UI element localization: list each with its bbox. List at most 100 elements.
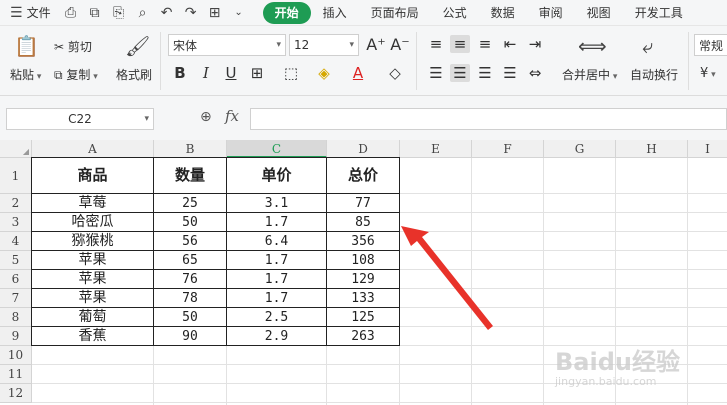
column-header-g[interactable]: G xyxy=(544,140,616,158)
table-cell[interactable]: 125 xyxy=(327,308,400,327)
decrease-indent-icon[interactable]: ⇤ xyxy=(500,35,520,53)
file-menu[interactable]: ☰ 文件 xyxy=(0,0,59,26)
table-cell[interactable]: 香蕉 xyxy=(32,327,154,346)
align-bottom-icon[interactable]: ≡ xyxy=(475,35,495,53)
copy-button[interactable]: ⧉ 复制 ▾ xyxy=(54,66,98,83)
row-header-2[interactable]: 2 xyxy=(0,194,32,213)
row-header-8[interactable]: 8 xyxy=(0,308,32,327)
column-header-h[interactable]: H xyxy=(616,140,688,158)
font-size-select[interactable]: 12 ▾ xyxy=(289,34,359,56)
table-header-cell[interactable]: 商品 xyxy=(32,158,154,194)
paste-button[interactable]: 粘贴 ▾ xyxy=(10,66,41,83)
format-painter-icon[interactable]: 🖌 xyxy=(125,34,150,58)
cut-button[interactable]: ✂ 剪切 xyxy=(54,38,92,55)
row-header-1[interactable]: 1 xyxy=(0,158,32,194)
tab-data[interactable]: 数据 xyxy=(479,2,527,24)
redo-icon[interactable]: ↷ xyxy=(179,5,203,21)
font-name-select[interactable]: 宋体 ▾ xyxy=(168,34,286,56)
column-header-i[interactable]: I xyxy=(688,140,727,158)
table-cell[interactable]: 1.7 xyxy=(227,289,327,308)
table-cell[interactable]: 56 xyxy=(154,232,227,251)
table-cell[interactable]: 2.5 xyxy=(227,308,327,327)
table-cell[interactable]: 129 xyxy=(327,270,400,289)
row-header-10[interactable]: 10 xyxy=(0,346,32,365)
align-middle-icon[interactable]: ≡ xyxy=(450,35,470,53)
column-header-f[interactable]: F xyxy=(472,140,544,158)
table-cell[interactable]: 苹果 xyxy=(32,251,154,270)
tab-review[interactable]: 审阅 xyxy=(527,2,575,24)
table-cell[interactable]: 65 xyxy=(154,251,227,270)
tab-developer[interactable]: 开发工具 xyxy=(623,2,695,24)
wrap-text-icon[interactable]: ⤶ xyxy=(642,34,653,58)
table-cell[interactable]: 哈密瓜 xyxy=(32,213,154,232)
paste-icon[interactable]: 📋 xyxy=(14,34,39,58)
undo-icon[interactable]: ↶ xyxy=(155,5,179,21)
wrap-text-button[interactable]: 自动换行 xyxy=(630,66,678,83)
distributed-icon[interactable]: ⇔ xyxy=(525,64,545,82)
table-cell[interactable]: 猕猴桃 xyxy=(32,232,154,251)
italic-icon[interactable]: I xyxy=(196,64,216,82)
row-header-3[interactable]: 3 xyxy=(0,213,32,232)
table-cell[interactable]: 1.7 xyxy=(227,213,327,232)
align-right-icon[interactable]: ☰ xyxy=(475,64,495,82)
increase-font-icon[interactable]: A⁺ xyxy=(366,35,386,54)
table-cell[interactable]: 苹果 xyxy=(32,270,154,289)
row-header-11[interactable]: 11 xyxy=(0,365,32,384)
table-cell[interactable]: 葡萄 xyxy=(32,308,154,327)
table-cell[interactable]: 90 xyxy=(154,327,227,346)
table-header-cell[interactable]: 总价 xyxy=(327,158,400,194)
fill-color-icon[interactable]: ◈ xyxy=(314,64,334,82)
decrease-font-icon[interactable]: A⁻ xyxy=(390,35,410,54)
table-cell[interactable]: 78 xyxy=(154,289,227,308)
chevron-down-icon[interactable]: ⌄ xyxy=(227,7,251,18)
fill-style-icon[interactable]: ⬚ xyxy=(281,64,301,82)
export-pdf-icon[interactable]: ⧉ xyxy=(83,5,107,21)
underline-icon[interactable]: U xyxy=(221,64,241,82)
table-cell[interactable]: 苹果 xyxy=(32,289,154,308)
borders-icon[interactable]: ⊞ xyxy=(247,64,267,82)
table-cell[interactable]: 263 xyxy=(327,327,400,346)
row-header-7[interactable]: 7 xyxy=(0,289,32,308)
table-header-cell[interactable]: 数量 xyxy=(154,158,227,194)
print-preview-icon[interactable]: ⌕ xyxy=(131,5,155,21)
table-cell[interactable]: 3.1 xyxy=(227,194,327,213)
column-header-b[interactable]: B xyxy=(154,140,227,158)
table-cell[interactable]: 2.9 xyxy=(227,327,327,346)
formula-input[interactable] xyxy=(250,108,727,130)
row-header-5[interactable]: 5 xyxy=(0,251,32,270)
name-box[interactable]: C22 ▾ xyxy=(6,108,154,130)
format-painter-button[interactable]: 格式刷 xyxy=(116,66,152,83)
select-all-corner[interactable]: ◢ xyxy=(0,140,32,158)
row-header-9[interactable]: 9 xyxy=(0,327,32,346)
table-cell[interactable]: 草莓 xyxy=(32,194,154,213)
table-cell[interactable]: 108 xyxy=(327,251,400,270)
row-header-6[interactable]: 6 xyxy=(0,270,32,289)
align-center-icon[interactable]: ☰ xyxy=(450,64,470,82)
justify-icon[interactable]: ☰ xyxy=(500,64,520,82)
bold-icon[interactable]: B xyxy=(170,64,190,82)
table-cell[interactable]: 1.7 xyxy=(227,270,327,289)
column-header-c[interactable]: C xyxy=(227,140,327,158)
row-header-4[interactable]: 4 xyxy=(0,232,32,251)
column-header-e[interactable]: E xyxy=(400,140,472,158)
table-cell[interactable]: 76 xyxy=(154,270,227,289)
zoom-search-icon[interactable]: ⊕ xyxy=(200,109,212,125)
print-icon[interactable]: ⎘ xyxy=(107,5,131,21)
table-cell[interactable]: 133 xyxy=(327,289,400,308)
table-cell[interactable]: 50 xyxy=(154,213,227,232)
tab-formulas[interactable]: 公式 xyxy=(431,2,479,24)
table-cell[interactable]: 25 xyxy=(154,194,227,213)
table-icon[interactable]: ⊞ xyxy=(203,5,227,21)
column-header-a[interactable]: A xyxy=(32,140,154,158)
table-cell[interactable]: 85 xyxy=(327,213,400,232)
column-header-d[interactable]: D xyxy=(327,140,400,158)
merge-center-button[interactable]: 合并居中 ▾ xyxy=(562,66,617,83)
font-color-icon[interactable]: A xyxy=(348,64,368,82)
tab-page-layout[interactable]: 页面布局 xyxy=(359,2,431,24)
currency-button[interactable]: ¥ ▾ xyxy=(700,66,716,81)
fx-icon[interactable]: fx xyxy=(225,107,239,125)
tab-home[interactable]: 开始 xyxy=(262,1,311,24)
table-cell[interactable]: 6.4 xyxy=(227,232,327,251)
tab-insert[interactable]: 插入 xyxy=(311,2,359,24)
increase-indent-icon[interactable]: ⇥ xyxy=(525,35,545,53)
